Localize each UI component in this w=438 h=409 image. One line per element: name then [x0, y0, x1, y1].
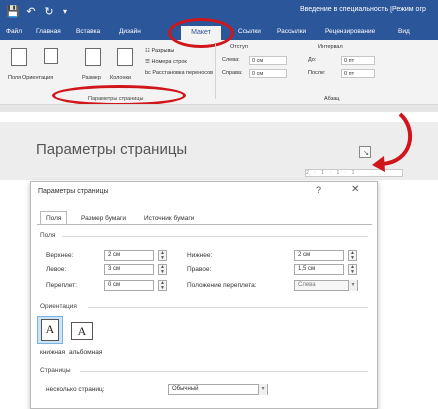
spacing-before-label: До: — [308, 57, 317, 63]
columns-button[interactable] — [114, 48, 136, 74]
gutter-position-value: Слева — [298, 282, 316, 288]
help-icon[interactable]: ? — [316, 185, 321, 195]
margins-section-title: Поля — [40, 232, 56, 239]
margins-button[interactable] — [8, 48, 30, 74]
gutter-position-label: Положение переплета: — [187, 282, 257, 289]
hyphenation-button[interactable]: bc Расстановка переносов — [145, 70, 213, 76]
chevron-down-icon: ▾ — [258, 384, 267, 395]
tab-mailings[interactable]: Рассылки — [277, 26, 306, 38]
zoom-page-setup-label: Параметры страницы — [36, 141, 188, 158]
multiple-pages-label: несколько страниц: — [46, 386, 105, 393]
size-button[interactable] — [82, 48, 104, 74]
right-margin-label: Правое: — [187, 266, 212, 273]
multiple-pages-select[interactable]: Обычный ▾ — [168, 384, 268, 395]
curved-arrow-icon — [372, 112, 413, 172]
tab-insert[interactable]: Вставка — [76, 26, 100, 38]
multiple-pages-value: Обычный — [172, 386, 199, 392]
landscape-label[interactable]: альбомная — [69, 349, 102, 356]
breaks-button[interactable]: ☷ Разрывы — [145, 48, 174, 54]
landscape-icon[interactable]: A — [71, 322, 93, 340]
document-title: Введение в специальность [Режим огр — [300, 6, 426, 13]
orientation-icon — [44, 48, 58, 64]
indent-title: Отступ — [230, 44, 248, 50]
margins-icon — [11, 48, 27, 66]
dialog-title: Параметры страницы — [38, 188, 109, 195]
right-margin-spinner[interactable]: ▲ ▼ — [348, 264, 357, 275]
left-margin-spinner[interactable]: ▲ ▼ — [158, 264, 167, 275]
hyphenation-label: Расстановка переносов — [152, 70, 214, 76]
highlight-ellipse-group — [52, 85, 186, 106]
ribbon-group-separator — [215, 44, 216, 99]
orientation-button[interactable] — [40, 48, 62, 74]
close-icon[interactable]: ✕ — [351, 184, 359, 195]
tab-home[interactable]: Главная — [36, 26, 61, 38]
left-margin-label: Левое: — [46, 266, 67, 273]
top-margin-label: Верхнее: — [46, 252, 74, 259]
spacing-before-input[interactable]: 0 пт — [341, 56, 375, 65]
spacing-title: Интервал — [318, 44, 343, 50]
chevron-down-icon: ▾ — [348, 280, 357, 291]
section-divider — [62, 236, 368, 237]
qat-dropdown-icon[interactable]: ▾ — [58, 5, 72, 19]
orientation-section-title: Ориентация — [40, 303, 77, 310]
size-label: Размер — [82, 75, 101, 81]
breaks-label: Разрывы — [151, 48, 175, 54]
gutter-spinner[interactable]: ▲ ▼ — [158, 280, 167, 291]
portrait-label[interactable]: книжная — [40, 349, 65, 356]
portrait-icon: A — [41, 319, 59, 341]
section-divider — [80, 371, 368, 372]
indent-right-input[interactable]: 0 см — [249, 69, 287, 78]
line-numbers-button[interactable]: ☰ Номера строк — [145, 59, 187, 65]
paragraph-group-label: Абзац — [324, 96, 340, 102]
right-margin-input[interactable]: 1,5 см — [294, 264, 344, 275]
columns-icon — [117, 48, 133, 66]
top-margin-input[interactable]: 2 см — [104, 250, 154, 261]
highlight-ellipse-tab — [168, 18, 234, 48]
gutter-position-select[interactable]: Слева ▾ — [294, 280, 358, 291]
indent-left-input[interactable]: 0 см — [249, 56, 287, 65]
tab-design[interactable]: Дизайн — [119, 26, 141, 38]
bottom-margin-input[interactable]: 2 см — [294, 250, 344, 261]
indent-right-label: Справа: — [222, 70, 243, 76]
redo-icon[interactable]: ↻ — [42, 5, 56, 19]
indent-left-label: Слева: — [222, 57, 240, 63]
tab-view[interactable]: Вид — [398, 26, 410, 38]
orientation-label: Ориентация — [22, 75, 54, 81]
tab-panel-border — [37, 224, 372, 225]
bottom-margin-label: Нижнее: — [187, 252, 213, 259]
section-divider — [88, 307, 368, 308]
tab-references[interactable]: Ссылки — [238, 26, 261, 38]
line-numbers-label: Номера строк — [151, 59, 187, 65]
undo-icon[interactable]: ↶ — [24, 5, 38, 19]
bottom-margin-spinner[interactable]: ▲ ▼ — [348, 250, 357, 261]
margins-label: Поля — [8, 75, 22, 81]
tab-review[interactable]: Рецензирование — [325, 26, 375, 38]
spacing-after-label: После: — [308, 70, 326, 76]
tab-file[interactable]: Файл — [6, 26, 22, 38]
gutter-input[interactable]: 0 см — [104, 280, 154, 291]
gutter-label: Переплет: — [46, 282, 78, 289]
top-margin-spinner[interactable]: ▲ ▼ — [158, 250, 167, 261]
columns-label: Колонки — [110, 75, 131, 81]
tab-margins[interactable]: Поля — [40, 211, 68, 225]
spacing-after-input[interactable]: 0 пт — [341, 69, 375, 78]
left-margin-input[interactable]: 3 см — [104, 264, 154, 275]
tab-paper-size[interactable]: Размер бумаги — [75, 211, 132, 225]
size-icon — [85, 48, 101, 66]
save-icon[interactable]: 💾 — [6, 5, 20, 19]
pages-section-title: Страницы — [40, 367, 71, 374]
tab-paper-source[interactable]: Источник бумаги — [138, 211, 200, 225]
